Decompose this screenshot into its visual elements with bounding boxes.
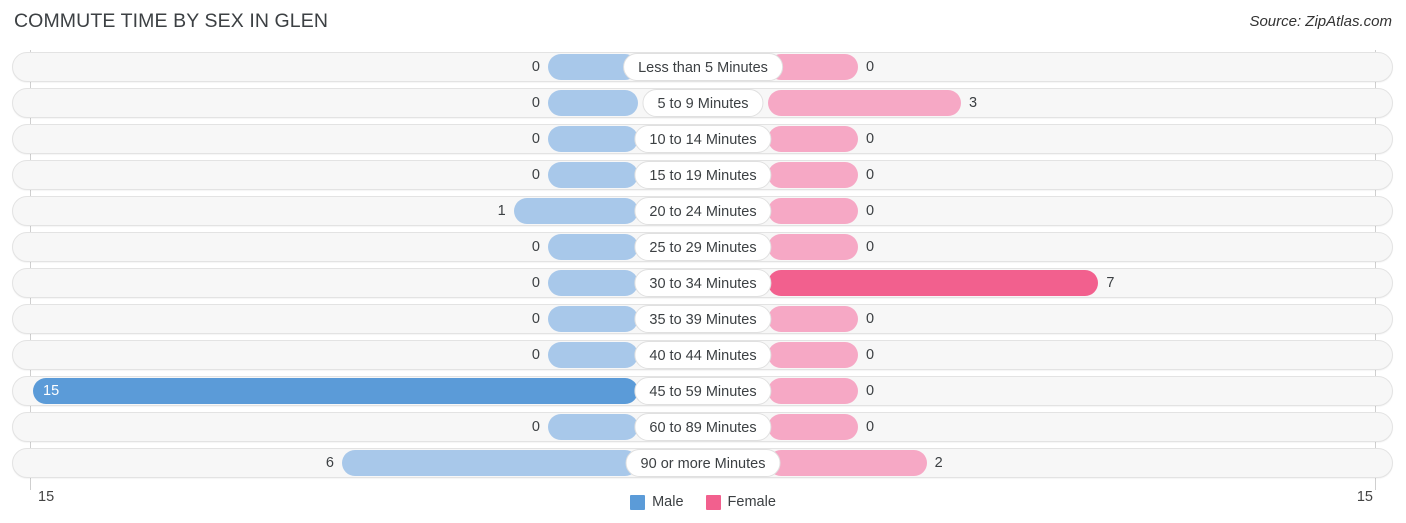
- female-value-label: 0: [866, 131, 875, 147]
- female-color-swatch-icon: [705, 494, 721, 510]
- female-value-label: 0: [866, 167, 875, 183]
- category-label-pill: 40 to 44 Minutes: [634, 341, 772, 369]
- male-bar[interactable]: [33, 378, 638, 404]
- female-value-label: 0: [866, 419, 875, 435]
- female-value-label: 7: [1106, 275, 1115, 291]
- male-bar[interactable]: [548, 306, 638, 332]
- category-label-pill: 30 to 34 Minutes: [634, 269, 772, 297]
- legend: Male Female: [0, 487, 1406, 517]
- legend-item-male[interactable]: Male: [630, 494, 684, 510]
- female-bar[interactable]: [768, 90, 961, 116]
- bar-row: 0 0 Less than 5 Minutes: [0, 52, 1406, 82]
- page-title: COMMUTE TIME BY SEX IN GLEN: [14, 10, 329, 32]
- male-value-label: 0: [531, 59, 540, 75]
- legend-label-female: Female: [727, 494, 776, 510]
- bar-row: 0 0 10 to 14 Minutes: [0, 124, 1406, 154]
- row-bars: 0 3 5 to 9 Minutes: [0, 88, 1406, 118]
- category-label-pill: 60 to 89 Minutes: [634, 413, 772, 441]
- female-bar[interactable]: [768, 270, 1099, 296]
- bar-row: 0 7 30 to 34 Minutes: [0, 268, 1406, 298]
- female-bar[interactable]: [768, 450, 927, 476]
- male-value-label: 0: [531, 347, 540, 363]
- female-value-label: 0: [866, 239, 875, 255]
- row-bars: 0 7 30 to 34 Minutes: [0, 268, 1406, 298]
- female-bar[interactable]: [768, 162, 858, 188]
- male-bar[interactable]: [548, 270, 638, 296]
- bar-row: 0 0 60 to 89 Minutes: [0, 412, 1406, 442]
- category-label-pill: 35 to 39 Minutes: [634, 305, 772, 333]
- plot-area: 0 0 Less than 5 Minutes 0 3 5 to 9 Minutes 0 0 1…: [0, 50, 1406, 490]
- male-value-label: 0: [531, 275, 540, 291]
- category-label-pill: 25 to 29 Minutes: [634, 233, 772, 261]
- male-value-label: 15: [43, 383, 60, 399]
- female-bar[interactable]: [768, 414, 858, 440]
- male-bar[interactable]: [548, 234, 638, 260]
- bar-row: 1 0 20 to 24 Minutes: [0, 196, 1406, 226]
- male-value-label: 0: [531, 419, 540, 435]
- legend-item-female[interactable]: Female: [705, 494, 776, 510]
- female-value-label: 3: [969, 95, 978, 111]
- female-bar[interactable]: [768, 378, 858, 404]
- legend-label-male: Male: [652, 494, 684, 510]
- bar-row: 0 3 5 to 9 Minutes: [0, 88, 1406, 118]
- female-value-label: 2: [934, 455, 943, 471]
- category-label-pill: 45 to 59 Minutes: [634, 377, 772, 405]
- bar-row: 0 0 40 to 44 Minutes: [0, 340, 1406, 370]
- male-bar[interactable]: [342, 450, 638, 476]
- male-value-label: 0: [531, 167, 540, 183]
- row-bars: 0 0 10 to 14 Minutes: [0, 124, 1406, 154]
- male-bar[interactable]: [548, 126, 638, 152]
- male-bar[interactable]: [513, 198, 638, 224]
- bar-row: 6 2 90 or more Minutes: [0, 448, 1406, 478]
- row-bars: 0 0 60 to 89 Minutes: [0, 412, 1406, 442]
- female-bar[interactable]: [768, 198, 858, 224]
- source-attribution: Source: ZipAtlas.com: [1249, 13, 1392, 30]
- female-value-label: 0: [866, 203, 875, 219]
- male-value-label: 6: [325, 455, 334, 471]
- female-bar[interactable]: [768, 342, 858, 368]
- row-bars: 0 0 Less than 5 Minutes: [0, 52, 1406, 82]
- row-bars: 15 0 45 to 59 Minutes: [0, 376, 1406, 406]
- female-value-label: 0: [866, 383, 875, 399]
- chart-footer: 15 Male Female 15: [0, 487, 1406, 523]
- bar-rows: 0 0 Less than 5 Minutes 0 3 5 to 9 Minutes 0 0 1…: [0, 52, 1406, 484]
- row-bars: 6 2 90 or more Minutes: [0, 448, 1406, 478]
- category-label-pill: 10 to 14 Minutes: [634, 125, 772, 153]
- female-value-label: 0: [866, 59, 875, 75]
- male-color-swatch-icon: [630, 494, 646, 510]
- male-value-label: 0: [531, 131, 540, 147]
- female-bar[interactable]: [768, 306, 858, 332]
- row-bars: 0 0 35 to 39 Minutes: [0, 304, 1406, 334]
- female-bar[interactable]: [768, 126, 858, 152]
- bar-row: 15 0 45 to 59 Minutes: [0, 376, 1406, 406]
- bar-row: 0 0 25 to 29 Minutes: [0, 232, 1406, 262]
- male-bar[interactable]: [548, 342, 638, 368]
- row-bars: 0 0 40 to 44 Minutes: [0, 340, 1406, 370]
- category-label-pill: 90 or more Minutes: [625, 449, 781, 477]
- category-label-pill: Less than 5 Minutes: [623, 53, 783, 81]
- male-value-label: 1: [497, 203, 506, 219]
- category-label-pill: 5 to 9 Minutes: [642, 89, 764, 117]
- female-bar[interactable]: [768, 234, 858, 260]
- row-bars: 1 0 20 to 24 Minutes: [0, 196, 1406, 226]
- male-value-label: 0: [531, 95, 540, 111]
- female-value-label: 0: [866, 347, 875, 363]
- category-label-pill: 15 to 19 Minutes: [634, 161, 772, 189]
- female-value-label: 0: [866, 311, 875, 327]
- chart-page: COMMUTE TIME BY SEX IN GLEN Source: ZipA…: [0, 0, 1406, 523]
- male-bar[interactable]: [548, 414, 638, 440]
- axis-end-label-right: 15: [1356, 489, 1373, 505]
- male-bar[interactable]: [548, 162, 638, 188]
- male-value-label: 0: [531, 239, 540, 255]
- row-bars: 0 0 25 to 29 Minutes: [0, 232, 1406, 262]
- bar-row: 0 0 35 to 39 Minutes: [0, 304, 1406, 334]
- male-bar[interactable]: [548, 90, 638, 116]
- bar-row: 0 0 15 to 19 Minutes: [0, 160, 1406, 190]
- category-label-pill: 20 to 24 Minutes: [634, 197, 772, 225]
- male-value-label: 0: [531, 311, 540, 327]
- row-bars: 0 0 15 to 19 Minutes: [0, 160, 1406, 190]
